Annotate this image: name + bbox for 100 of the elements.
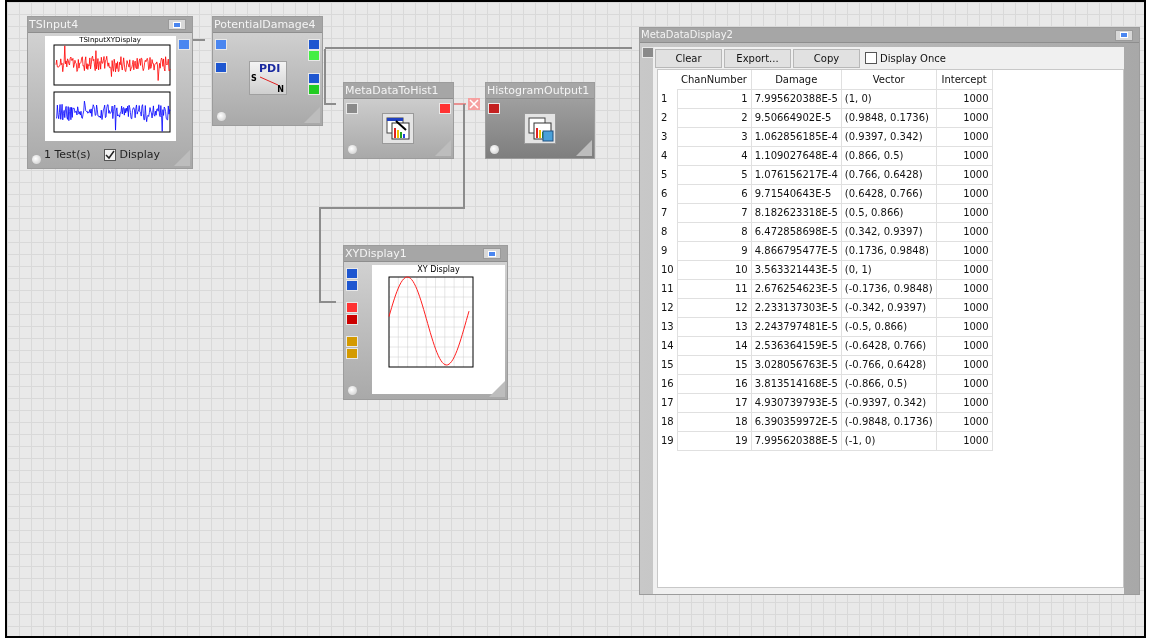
table-cell: 1000	[936, 108, 993, 127]
plot-title: XY Display	[417, 265, 460, 275]
column-header[interactable]: ChanNumber	[677, 70, 752, 89]
display-checkbox[interactable]: Display	[104, 147, 161, 164]
table-cell: 13	[677, 317, 752, 336]
row-header: 18	[658, 412, 678, 431]
table-cell: (0.1736, 0.9848)	[841, 241, 937, 260]
table-cell: 1000	[936, 165, 993, 184]
table-cell: 1	[677, 89, 752, 108]
port[interactable]	[346, 302, 358, 313]
port[interactable]	[215, 62, 227, 73]
port[interactable]	[178, 39, 190, 50]
table-cell: 9	[677, 241, 752, 260]
table-cell: (-1, 0)	[841, 431, 937, 450]
row-header: 10	[658, 260, 678, 279]
toolbar-button[interactable]: Copy	[793, 48, 860, 68]
row-header: 4	[658, 146, 678, 165]
table-cell: 6	[677, 184, 752, 203]
table-cell: 7	[677, 203, 752, 222]
port[interactable]	[439, 103, 451, 114]
node-title: HistogramOutput1	[486, 84, 590, 97]
port[interactable]	[642, 47, 654, 58]
port[interactable]	[346, 314, 358, 325]
table-cell: 15	[677, 355, 752, 374]
table-cell: (0.766, 0.6428)	[841, 165, 937, 184]
node-title: MetaDataDisplay2	[640, 29, 733, 41]
row-header: 3	[658, 127, 678, 146]
table-cell: 11	[677, 279, 752, 298]
status-led	[217, 112, 226, 121]
node-title: XYDisplay1	[344, 247, 407, 260]
port[interactable]	[308, 39, 320, 50]
table-cell: 9.71540643E-5	[751, 184, 842, 203]
window-icon	[488, 250, 496, 257]
table-cell: (-0.6428, 0.766)	[841, 336, 937, 355]
table-cell: 6.472858698E-5	[751, 222, 842, 241]
node-panel[interactable]: XYDisplay1 XY Display	[343, 245, 508, 400]
table-cell: 2.676254623E-5	[751, 279, 842, 298]
table-cell: 7.995620388E-5	[751, 89, 842, 108]
column-header[interactable]: Intercept	[936, 70, 993, 89]
table-cell: 18	[677, 412, 752, 431]
table-cell: 5	[677, 165, 752, 184]
chart-with-floppy-icon	[524, 113, 556, 144]
table-cell: 1000	[936, 412, 993, 431]
table-cell: 1.109027648E-4	[751, 146, 842, 165]
row-header: 1	[658, 89, 678, 108]
table-cell: 1.076156217E-4	[751, 165, 842, 184]
row-header: 9	[658, 241, 678, 260]
resize-grip-icon[interactable]	[489, 381, 505, 397]
port[interactable]	[346, 268, 358, 279]
row-header: 17	[658, 393, 678, 412]
table-cell: 9.50664902E-5	[751, 108, 842, 127]
pdi-label: PDI	[259, 63, 281, 75]
show-window-button[interactable]	[168, 19, 186, 30]
table-cell: (-0.9848, 0.1736)	[841, 412, 937, 431]
row-header: 8	[658, 222, 678, 241]
row-header: 13	[658, 317, 678, 336]
table-cell: 2.233137303E-5	[751, 298, 842, 317]
s-label: S	[251, 74, 257, 83]
table-cell: 3	[677, 127, 752, 146]
table-cell: 1000	[936, 146, 993, 165]
table-cell: (-0.342, 0.9397)	[841, 298, 937, 317]
display-once-checkbox[interactable]: Display Once	[865, 50, 946, 66]
table-cell: (0.6428, 0.766)	[841, 184, 937, 203]
port[interactable]	[488, 103, 500, 114]
table-cell: 1000	[936, 89, 993, 108]
node-title: TSInput4	[28, 18, 79, 31]
column-header[interactable]: Vector	[841, 70, 937, 89]
table-cell: (-0.1736, 0.9848)	[841, 279, 937, 298]
resize-grip-icon[interactable]	[576, 140, 592, 156]
row-header: 12	[658, 298, 678, 317]
show-window-button[interactable]	[1115, 29, 1133, 41]
diagonal-line-icon	[259, 76, 279, 86]
port[interactable]	[215, 39, 227, 50]
status-led	[348, 145, 357, 154]
table-cell: 1.062856185E-4	[751, 127, 842, 146]
n-label: N	[277, 85, 284, 94]
table-cell: (-0.5, 0.866)	[841, 317, 937, 336]
table-cell: 1000	[936, 203, 993, 222]
port[interactable]	[346, 280, 358, 291]
pdi-tile[interactable]: PDI S N	[249, 61, 287, 95]
status-led	[32, 155, 41, 164]
toolbar-button[interactable]: Clear	[655, 48, 722, 68]
table-cell: 10	[677, 260, 752, 279]
row-header: 2	[658, 108, 678, 127]
table-cell: 1000	[936, 222, 993, 241]
node-title: PotentialDamage4	[213, 18, 316, 31]
table-cell: 2	[677, 108, 752, 127]
toolbar-button[interactable]: Export...	[724, 48, 791, 68]
table-cell: 2.243797481E-5	[751, 317, 842, 336]
port[interactable]	[308, 73, 320, 84]
window-icon	[173, 21, 181, 28]
node-panel[interactable]: PotentialDamage4 PDI S N	[212, 16, 323, 126]
show-window-button[interactable]	[483, 248, 501, 259]
table-cell: (1, 0)	[841, 89, 937, 108]
port[interactable]	[346, 103, 358, 114]
table-cell: (-0.9397, 0.342)	[841, 393, 937, 412]
table-cell: 1000	[936, 431, 993, 450]
table-cell: 19	[677, 431, 752, 450]
status-led	[490, 145, 499, 154]
column-header[interactable]: Damage	[751, 70, 842, 89]
